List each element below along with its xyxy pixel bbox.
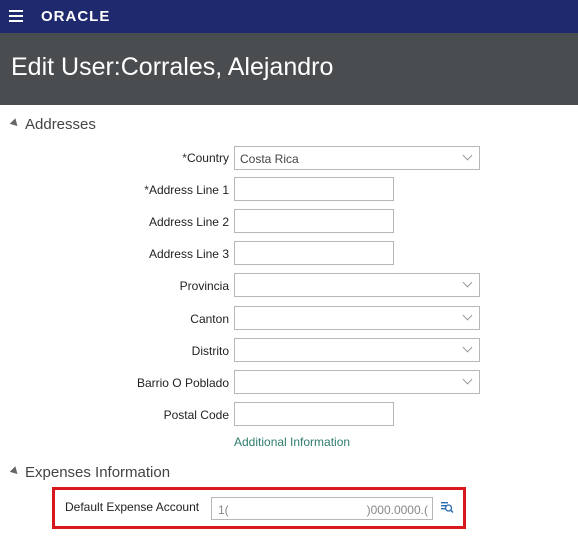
additional-information-link[interactable]: Additional Information [234,435,350,449]
barrio-label: Barrio O Poblado [136,376,229,390]
chevron-down-icon [462,374,473,385]
provincia-label: Provincia [179,279,229,293]
addresses-section-header[interactable]: Addresses [9,116,96,133]
country-value: Costa Rica [240,152,299,166]
page-header: Edit User:Corrales, Alejandro [0,33,578,105]
canton-label: Canton [190,312,229,326]
provincia-select[interactable] [234,273,480,297]
country-select[interactable]: Costa Rica [234,146,480,170]
chevron-down-icon [462,150,473,161]
page-title: Edit User:Corrales, Alejandro [11,53,334,81]
top-navigation-bar: ORACLE [0,0,578,33]
barrio-select[interactable] [234,370,480,394]
address-line-2-label: Address Line 2 [148,215,229,229]
default-expense-account-input[interactable]: 1( )000.0000.( [211,497,433,520]
postal-code-label: Postal Code [163,408,229,422]
collapse-triangle-icon [9,466,21,477]
search-list-icon[interactable] [440,500,454,514]
distrito-label: Distrito [191,344,229,358]
oracle-logo: ORACLE [41,8,111,25]
address-line-3-input[interactable] [234,241,394,265]
distrito-select[interactable] [234,338,480,362]
chevron-down-icon [462,342,473,353]
addresses-section-title: Addresses [25,116,96,133]
address-line-3-label: Address Line 3 [148,247,229,261]
postal-code-input[interactable] [234,402,394,426]
canton-select[interactable] [234,306,480,330]
chevron-down-icon [462,310,473,321]
address-line-1-label: *Address Line 1 [144,183,229,197]
address-line-1-input[interactable] [234,177,394,201]
hamburger-menu-icon[interactable] [8,6,28,24]
expenses-section-title: Expenses Information [25,464,171,481]
chevron-down-icon [462,277,473,288]
country-label: *Country [182,151,229,165]
collapse-triangle-icon [9,118,21,129]
address-line-2-input[interactable] [234,209,394,233]
expenses-section-header[interactable]: Expenses Information [9,464,171,481]
account-value-prefix: 1( [218,503,229,517]
account-value-suffix: )000.0000.( [366,503,428,517]
default-expense-account-label: Default Expense Account [65,500,200,514]
